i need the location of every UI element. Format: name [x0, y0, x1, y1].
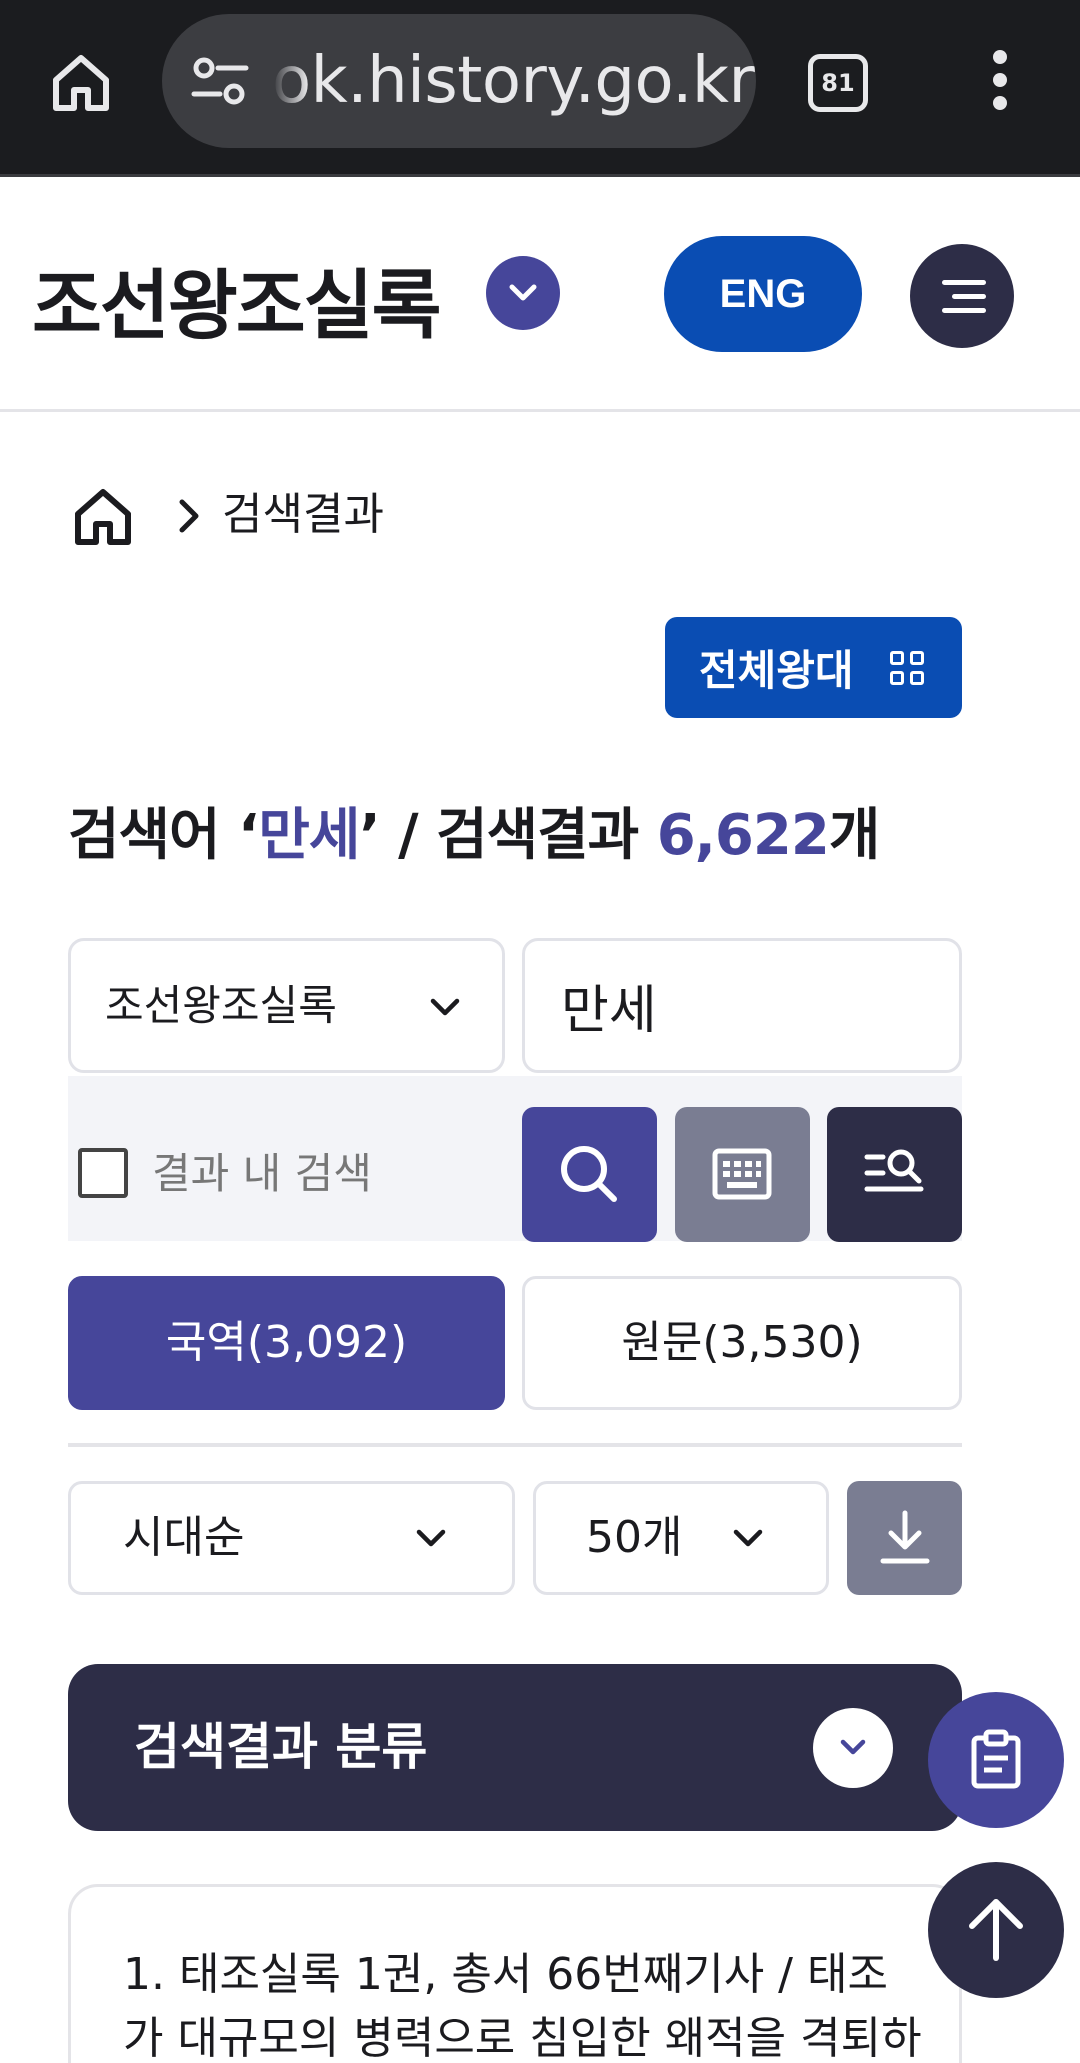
in-result-checkbox[interactable] — [78, 1148, 128, 1198]
browser-home-icon[interactable] — [48, 50, 114, 116]
all-kings-button[interactable]: 전체왕대 — [665, 617, 962, 718]
download-icon — [880, 1510, 930, 1564]
summary-keyword: 만세 — [258, 803, 360, 868]
all-kings-label: 전체왕대 — [699, 647, 854, 694]
breadcrumb-current: 검색결과 — [222, 489, 384, 540]
eng-language-button[interactable]: ENG — [664, 236, 862, 352]
search-icon — [561, 1146, 617, 1202]
sort-select-value: 시대순 — [123, 1512, 245, 1563]
browser-toolbar: ok.history.go.kr 81 — [0, 0, 1080, 177]
grid-icon — [890, 651, 926, 687]
site-header: 조선왕조실록 ENG — [0, 180, 1080, 412]
detail-search-button[interactable] — [827, 1107, 962, 1242]
site-settings-icon[interactable] — [190, 56, 250, 106]
divider — [68, 1443, 962, 1447]
chevron-right-icon — [170, 494, 210, 538]
chevron-down-icon — [416, 1529, 446, 1547]
search-input[interactable] — [522, 938, 962, 1073]
address-bar[interactable]: ok.history.go.kr — [162, 14, 756, 148]
page-size-select-value: 50개 — [586, 1512, 683, 1563]
classification-label: 검색결과 분류 — [134, 1718, 428, 1776]
url-text: ok.history.go.kr — [272, 44, 755, 118]
collection-select-value: 조선왕조실록 — [105, 981, 337, 1030]
keyboard-icon — [712, 1148, 772, 1200]
site-switch-chevron-down-icon[interactable] — [486, 256, 560, 330]
url-fade — [258, 14, 308, 148]
download-button[interactable] — [847, 1481, 962, 1595]
menu-icon[interactable] — [910, 244, 1014, 348]
in-result-label: 결과 내 검색 — [152, 1149, 372, 1198]
classification-toggle-button[interactable] — [813, 1708, 893, 1788]
arrow-up-icon — [969, 1899, 1023, 1961]
search-button[interactable] — [522, 1107, 657, 1242]
chevron-down-icon — [733, 1529, 763, 1547]
detail-search-icon — [864, 1149, 924, 1192]
tab-switcher-button[interactable]: 81 — [808, 54, 868, 112]
chevron-down-icon — [840, 1739, 866, 1755]
virtual-keyboard-button[interactable] — [675, 1107, 810, 1242]
site-title[interactable]: 조선왕조실록 — [32, 244, 442, 354]
clipboard-icon — [971, 1729, 1021, 1789]
summary-middle: ’ / 검색결과 — [359, 803, 657, 868]
scroll-to-top-button[interactable] — [928, 1862, 1064, 1998]
collection-select[interactable]: 조선왕조실록 — [68, 938, 505, 1073]
clipboard-button[interactable] — [928, 1692, 1064, 1828]
search-summary: 검색어 ‘만세’ / 검색결과 6,622개 — [68, 790, 881, 871]
result-card[interactable]: 1. 태조실록 1권, 총서 66번째기사 / 태조가 대규모의 병력으로 침입… — [68, 1884, 962, 2063]
sort-select[interactable]: 시대순 — [68, 1481, 515, 1595]
summary-suffix: 개 — [828, 803, 881, 868]
more-vert-icon[interactable] — [980, 50, 1020, 116]
summary-count: 6,622 — [656, 803, 830, 868]
tab-original-text[interactable]: 원문(3,530) — [522, 1276, 962, 1410]
page-size-select[interactable]: 50개 — [533, 1481, 829, 1595]
summary-prefix: 검색어 ‘ — [68, 803, 259, 868]
tab-translation[interactable]: 국역(3,092) — [68, 1276, 505, 1410]
result-classification-bar[interactable]: 검색결과 분류 — [68, 1664, 962, 1831]
home-icon[interactable] — [70, 486, 136, 546]
chevron-down-icon — [430, 998, 460, 1016]
result-title[interactable]: 1. 태조실록 1권, 총서 66번째기사 / 태조가 대규모의 병력으로 침입… — [123, 1943, 923, 2063]
